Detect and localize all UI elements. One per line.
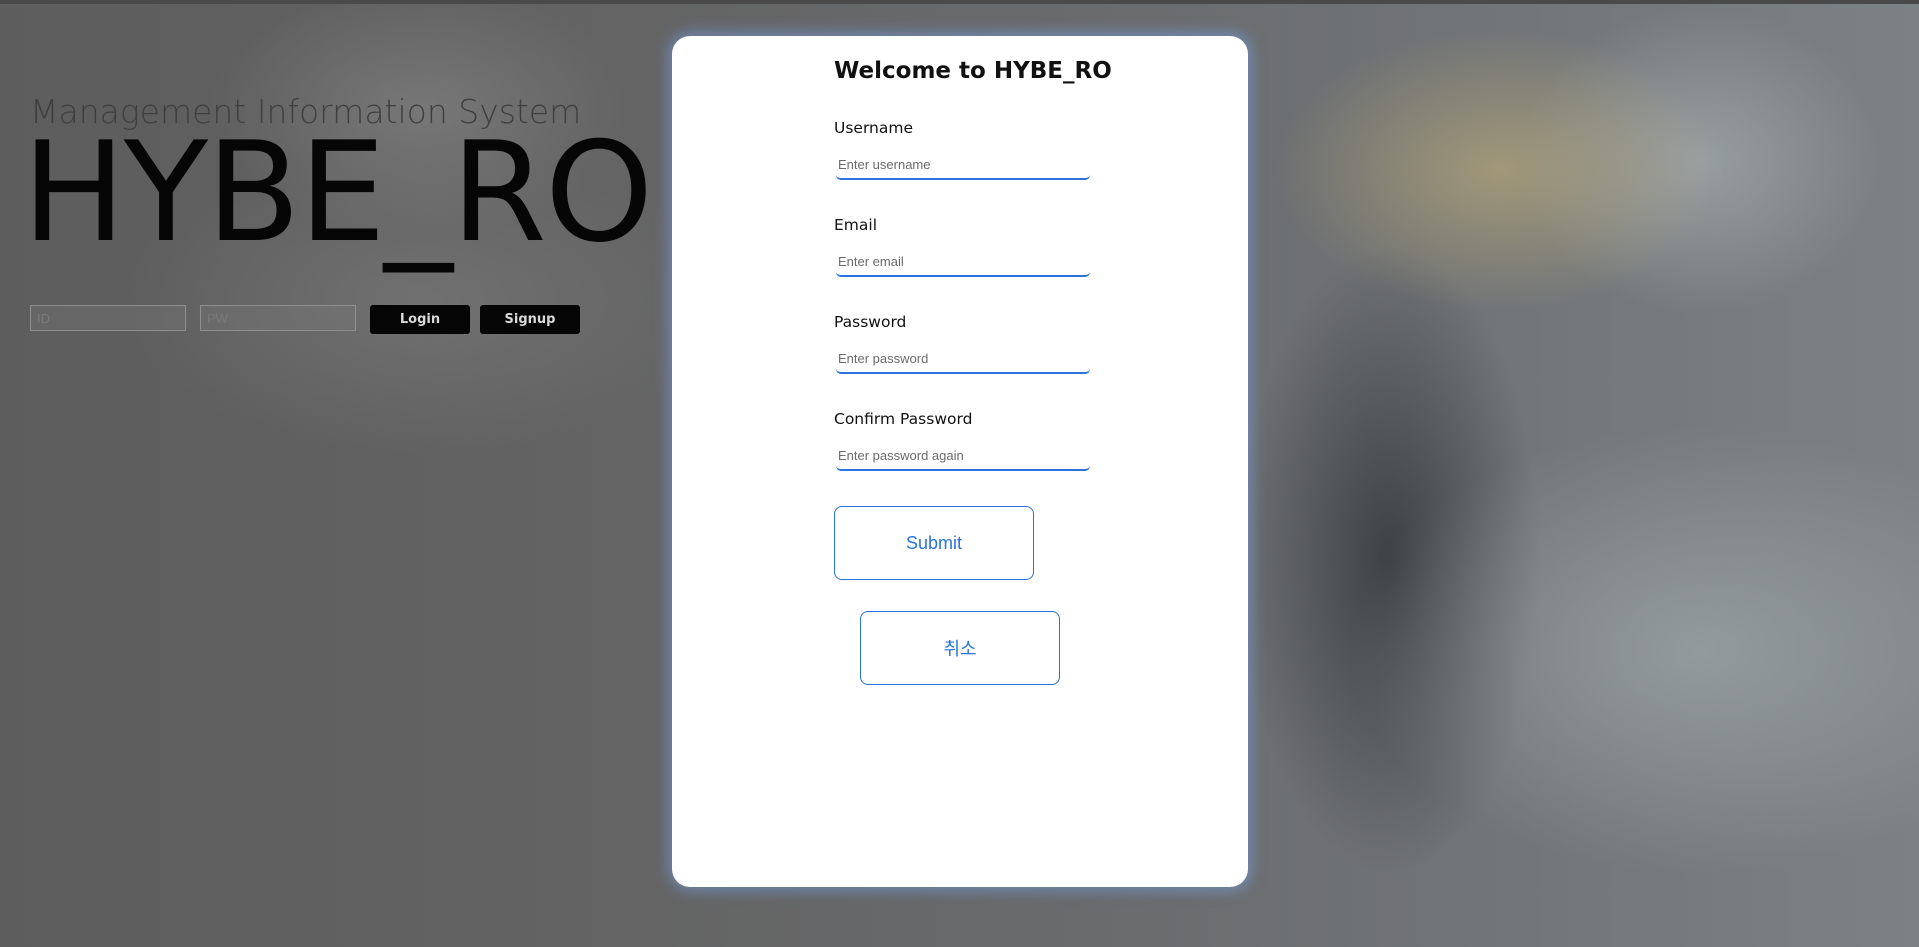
email-label: Email — [834, 216, 878, 234]
signup-modal: Welcome to HYBE_RO Username Email Passwo… — [672, 36, 1248, 887]
pw-input[interactable] — [200, 305, 356, 331]
login-button[interactable]: Login — [370, 305, 470, 334]
cancel-button[interactable]: 취소 — [860, 611, 1060, 685]
password-field[interactable] — [836, 344, 1090, 374]
username-label: Username — [834, 119, 914, 137]
modal-title: Welcome to HYBE_RO — [834, 58, 1112, 84]
browser-top-edge — [0, 0, 1919, 4]
submit-button[interactable]: Submit — [834, 506, 1034, 580]
username-field[interactable] — [836, 150, 1090, 180]
signup-button[interactable]: Signup — [480, 305, 580, 334]
app-title: HYBE_RO — [22, 112, 653, 273]
id-input[interactable] — [30, 305, 186, 331]
confirm-password-label: Confirm Password — [834, 410, 973, 428]
email-field[interactable] — [836, 247, 1090, 277]
password-label: Password — [834, 313, 907, 331]
confirm-password-field[interactable] — [836, 441, 1090, 471]
